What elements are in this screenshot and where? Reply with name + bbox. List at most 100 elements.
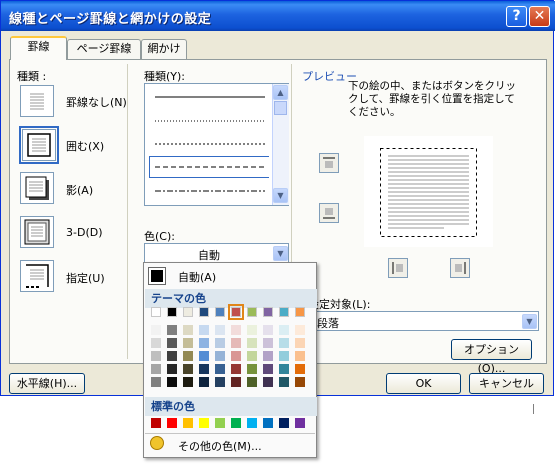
theme-shade-swatch[interactable] [183,338,193,348]
theme-shade-swatch[interactable] [199,325,209,335]
tab-borders[interactable]: 罫線 [10,36,67,60]
standard-color-swatch[interactable] [295,418,305,428]
standard-color-swatch[interactable] [247,418,257,428]
theme-shade-swatch[interactable] [215,338,225,348]
theme-shade-swatch[interactable] [167,351,177,361]
right-border-button[interactable] [450,258,470,278]
theme-color-swatch[interactable] [199,307,209,317]
theme-color-swatch[interactable] [167,307,177,317]
theme-shade-swatch[interactable] [263,377,273,387]
standard-color-swatch[interactable] [167,418,177,428]
theme-shade-swatch[interactable] [263,351,273,361]
theme-color-swatch[interactable] [151,307,161,317]
tab-page-border[interactable]: ページ罫線 [67,39,141,59]
theme-color-swatch[interactable] [295,307,305,317]
theme-color-swatch[interactable] [279,307,289,317]
theme-shade-swatch[interactable] [151,364,161,374]
theme-shade-swatch[interactable] [151,377,161,387]
line-style-options[interactable] [149,84,269,205]
theme-color-swatch[interactable] [263,307,273,317]
setting-3d-icon[interactable] [20,216,54,248]
line-style-list[interactable]: ▲ ▼ [144,83,289,206]
ok-button[interactable]: OK [386,373,461,394]
scroll-thumb[interactable] [274,101,287,115]
theme-shade-swatch[interactable] [247,364,257,374]
theme-shade-swatch[interactable] [231,364,241,374]
theme-shade-swatch[interactable] [295,325,305,335]
theme-shade-swatch[interactable] [167,364,177,374]
bottom-border-button[interactable] [319,203,339,223]
theme-shade-swatch[interactable] [247,351,257,361]
theme-shade-swatch[interactable] [231,338,241,348]
tab-shading[interactable]: 網かけ [141,39,187,59]
theme-shade-swatch[interactable] [215,364,225,374]
standard-color-swatch[interactable] [199,418,209,428]
theme-shade-swatch[interactable] [151,325,161,335]
theme-shade-swatch[interactable] [295,377,305,387]
setting-shadow-icon[interactable] [20,172,54,204]
title-bar[interactable]: 線種とページ罫線と網かけの設定 ? ✕ [1,1,555,31]
theme-color-swatch[interactable] [228,304,244,320]
theme-shade-swatch[interactable] [231,325,241,335]
theme-shade-swatch[interactable] [295,351,305,361]
theme-color-swatch[interactable] [247,307,257,317]
help-button[interactable]: ? [506,6,527,27]
theme-shade-swatch[interactable] [167,338,177,348]
standard-color-swatch[interactable] [231,418,241,428]
apply-to-dropdown[interactable]: 段落 ▼ [308,311,539,331]
cancel-button[interactable]: キャンセル [469,373,544,394]
setting-box-label[interactable]: 囲む(X) [66,138,104,154]
theme-shade-swatch[interactable] [231,377,241,387]
left-border-button[interactable] [388,258,408,278]
horizontal-line-button[interactable]: 水平線(H)... [9,373,85,394]
theme-color-swatch[interactable] [183,307,193,317]
theme-shade-swatch[interactable] [263,325,273,335]
theme-shade-swatch[interactable] [199,338,209,348]
theme-shade-swatch[interactable] [247,377,257,387]
theme-shade-swatch[interactable] [183,351,193,361]
theme-shade-swatch[interactable] [215,325,225,335]
theme-shade-swatch[interactable] [279,364,289,374]
theme-shade-swatch[interactable] [247,325,257,335]
standard-color-swatch[interactable] [183,418,193,428]
theme-shade-swatch[interactable] [215,377,225,387]
top-border-button[interactable] [319,153,339,173]
standard-color-swatch[interactable] [215,418,225,428]
theme-shade-swatch[interactable] [247,338,257,348]
theme-shade-swatch[interactable] [183,377,193,387]
standard-color-swatch[interactable] [279,418,289,428]
theme-shade-swatch[interactable] [263,338,273,348]
theme-shade-swatch[interactable] [151,338,161,348]
theme-shade-swatch[interactable] [183,325,193,335]
theme-shade-swatch[interactable] [295,338,305,348]
preview-area[interactable] [364,136,493,247]
theme-shade-swatch[interactable] [295,364,305,374]
automatic-color-label[interactable]: 自動(A) [178,269,216,285]
color-dropdown[interactable]: 自動 ▼ [144,243,289,263]
setting-custom-icon[interactable] [20,260,54,292]
theme-shade-swatch[interactable] [199,351,209,361]
style-scrollbar[interactable]: ▲ ▼ [272,84,289,205]
scroll-down-button[interactable]: ▼ [273,188,288,203]
scroll-up-button[interactable]: ▲ [273,85,288,100]
setting-shadow-label[interactable]: 影(A) [66,182,93,198]
options-button[interactable]: オプション(O)... [451,339,532,375]
more-colors-label[interactable]: その他の色(M)... [178,438,262,454]
automatic-color-swatch[interactable] [148,267,166,285]
theme-shade-swatch[interactable] [263,364,273,374]
theme-shade-swatch[interactable] [279,351,289,361]
theme-shade-swatch[interactable] [279,338,289,348]
theme-shade-swatch[interactable] [167,325,177,335]
theme-color-swatch[interactable] [215,307,225,317]
theme-shade-swatch[interactable] [215,351,225,361]
theme-shade-swatch[interactable] [199,364,209,374]
theme-shade-swatch[interactable] [199,377,209,387]
chevron-down-icon[interactable]: ▼ [522,314,537,329]
setting-3d-label[interactable]: 3-D(D) [66,226,103,239]
setting-box-icon[interactable] [19,126,59,164]
theme-shade-swatch[interactable] [279,325,289,335]
setting-none-label[interactable]: 罫線なし(N) [66,94,127,110]
standard-color-swatch[interactable] [151,418,161,428]
setting-custom-label[interactable]: 指定(U) [66,270,105,286]
chevron-down-icon[interactable]: ▼ [273,246,288,261]
